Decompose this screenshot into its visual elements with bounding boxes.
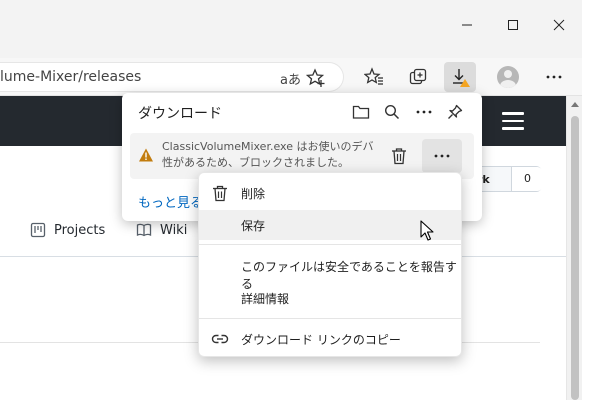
folder-icon xyxy=(352,105,370,119)
desktop-background xyxy=(582,0,600,400)
settings-more-button[interactable] xyxy=(538,62,570,92)
download-message-line2: 性があるため、ブロックされました。 xyxy=(162,156,349,169)
fork-count: 0 xyxy=(511,167,543,191)
collections-button[interactable] xyxy=(402,62,434,92)
url-text[interactable]: lume-Mixer/releases xyxy=(0,69,141,85)
menu-item-learn-more[interactable]: 詳細情報 xyxy=(199,283,461,313)
project-board-icon xyxy=(30,222,46,238)
downloads-title: ダウンロード xyxy=(138,106,222,122)
download-message: ClassicVolumeMixer.exe はお使いのデバイス 性があるため、… xyxy=(162,139,374,171)
menu-item-delete-label: 削除 xyxy=(241,187,266,201)
collections-icon xyxy=(409,68,427,85)
open-downloads-folder-button[interactable] xyxy=(350,101,372,123)
tab-projects-label: Projects xyxy=(54,222,106,238)
search-icon xyxy=(384,104,400,120)
close-icon xyxy=(553,19,565,31)
menu-item-report-safe[interactable]: このファイルは安全であることを報告する xyxy=(199,251,461,291)
warning-icon xyxy=(139,148,153,162)
avatar xyxy=(497,66,519,88)
download-context-menu: 削除 保存 このファイルは安全であることを報告する 詳細情報 ダウンロード リン… xyxy=(198,172,462,357)
hamburger-menu-icon[interactable] xyxy=(502,112,524,130)
tab-wiki-label: Wiki xyxy=(160,222,188,238)
menu-item-copy-link-label: ダウンロード リンクのコピー xyxy=(241,333,401,347)
tab-wiki[interactable]: Wiki xyxy=(136,222,187,238)
menu-separator xyxy=(199,244,461,245)
favorites-star-icon xyxy=(364,67,383,85)
menu-item-copy-link[interactable]: ダウンロード リンクのコピー xyxy=(199,324,461,354)
minimize-icon xyxy=(462,24,472,26)
book-icon xyxy=(136,223,152,237)
scroll-thumb[interactable] xyxy=(571,116,579,400)
maximize-button[interactable] xyxy=(498,14,528,36)
maximize-icon xyxy=(508,20,518,30)
trash-icon xyxy=(213,185,227,202)
window-titlebar xyxy=(0,0,582,60)
read-aloud-button[interactable]: aあ xyxy=(280,69,301,88)
pin-icon xyxy=(448,104,463,119)
menu-item-delete[interactable]: 削除 xyxy=(199,178,461,208)
trash-icon xyxy=(392,148,406,165)
minimize-button[interactable] xyxy=(452,14,482,36)
menu-item-learn-more-label: 詳細情報 xyxy=(241,292,290,306)
download-more-actions-button[interactable] xyxy=(422,139,462,173)
see-more-link[interactable]: もっと見る xyxy=(138,192,203,211)
mouse-cursor-icon xyxy=(420,220,434,241)
tab-projects[interactable]: Projects xyxy=(30,222,105,238)
more-horizontal-icon xyxy=(434,154,450,158)
page-scrollbar[interactable] xyxy=(566,96,582,400)
menu-separator xyxy=(199,318,461,319)
more-horizontal-icon xyxy=(416,110,432,114)
downloads-button[interactable] xyxy=(444,62,476,92)
delete-download-button[interactable] xyxy=(386,143,412,169)
search-downloads-button[interactable] xyxy=(381,101,403,123)
add-favorite-icon[interactable] xyxy=(306,68,326,88)
downloads-more-options-button[interactable] xyxy=(413,101,435,123)
pin-downloads-button[interactable] xyxy=(444,101,466,123)
more-horizontal-icon xyxy=(546,75,562,79)
download-message-line1: ClassicVolumeMixer.exe はお使いのデバイス xyxy=(162,140,374,153)
browser-toolbar: lume-Mixer/releases aあ xyxy=(0,58,582,96)
favorites-button[interactable] xyxy=(358,62,390,92)
address-bar[interactable]: lume-Mixer/releases aあ xyxy=(0,62,344,92)
link-icon xyxy=(211,334,229,344)
download-icon xyxy=(453,69,470,87)
scroll-up-arrow-icon[interactable] xyxy=(571,102,579,107)
close-window-button[interactable] xyxy=(544,14,574,36)
profile-button[interactable] xyxy=(492,62,524,92)
menu-item-keep-label: 保存 xyxy=(241,219,266,233)
